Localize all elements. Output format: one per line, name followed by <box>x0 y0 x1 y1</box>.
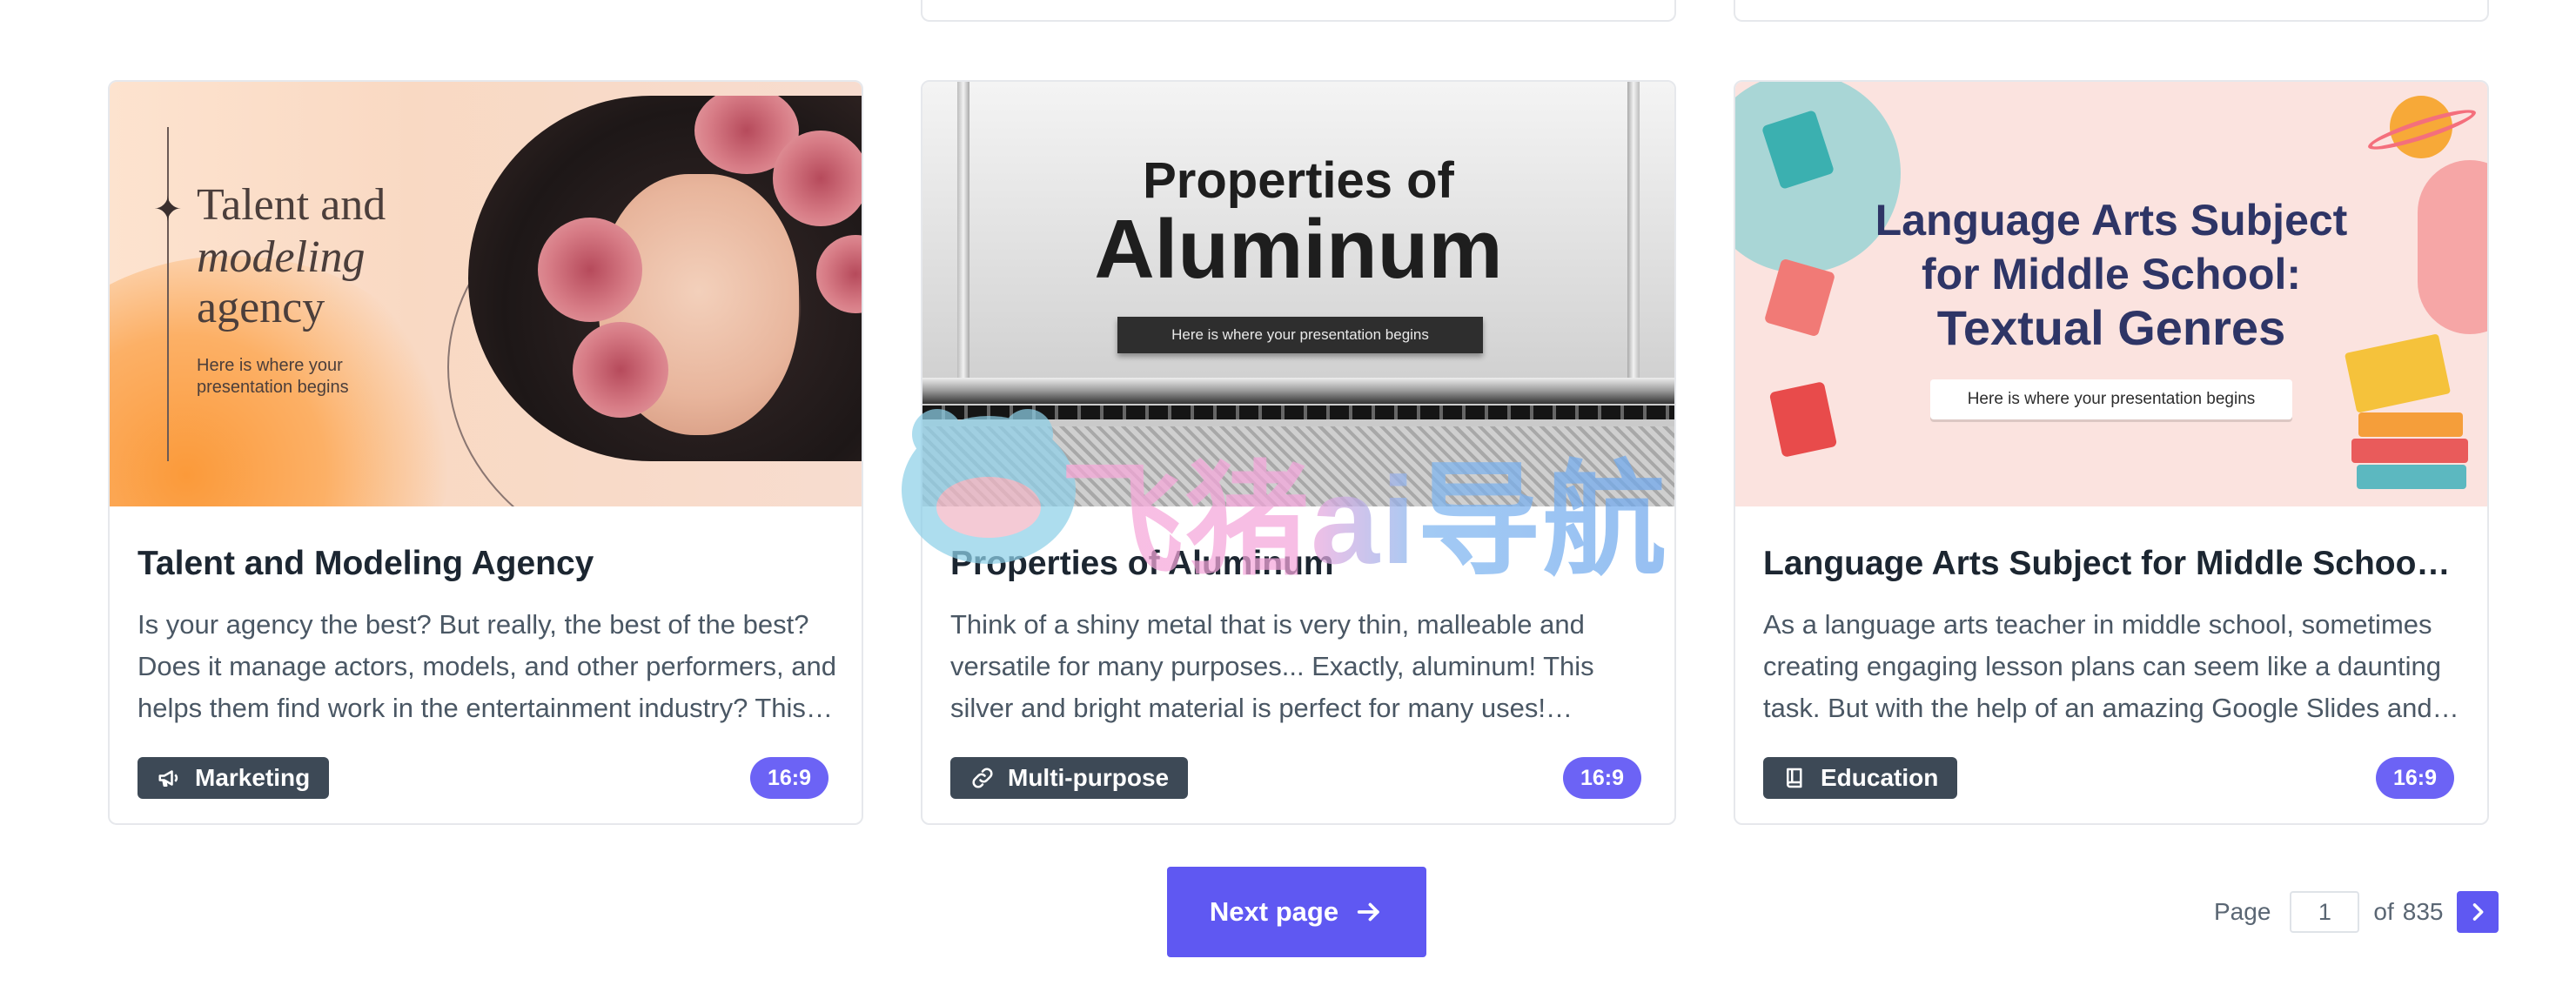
category-badge[interactable]: Multi-purpose <box>950 757 1189 799</box>
card-description: As a language arts teacher in middle sch… <box>1763 609 2441 723</box>
megaphone-icon <box>158 770 178 787</box>
aspect-ratio-badge: 16:9 <box>2376 757 2454 799</box>
category-badge[interactable]: Marketing <box>138 757 330 799</box>
pagination-next-button[interactable] <box>2457 891 2499 933</box>
card-description: Think of a shiny metal that is very thin… <box>950 609 1594 723</box>
next-page-label: Next page <box>1209 896 1339 927</box>
book-icon <box>1787 768 1802 788</box>
arrow-right-icon <box>1357 902 1379 922</box>
thumb-tagline: Here is where your presentation begins <box>1117 317 1483 353</box>
link-icon <box>972 768 993 788</box>
category-badge[interactable]: Education <box>1763 757 1958 799</box>
model-photo <box>468 96 862 461</box>
aspect-ratio-badge: 16:9 <box>750 757 828 799</box>
template-card[interactable]: Language Arts Subject for Middle School:… <box>1734 80 2489 825</box>
card-title[interactable]: Language Arts Subject for Middle School:… <box>1763 545 2459 583</box>
category-label: Multi-purpose <box>1008 764 1170 791</box>
thumb-title-line: agency <box>197 283 325 332</box>
thumb-tagline: Here is where your presentation begins <box>197 356 349 397</box>
card-title[interactable]: Properties of Aluminum <box>950 545 1647 583</box>
thumb-title-line: Talent <box>197 180 310 230</box>
thumb-title-line: Properties of <box>1143 152 1454 209</box>
thumb-title-line: and <box>320 180 386 230</box>
category-label: Education <box>1821 764 1939 791</box>
next-page-button[interactable]: Next page <box>1167 867 1426 957</box>
aspect-ratio-badge: 16:9 <box>1563 757 1641 799</box>
previous-card-stub <box>921 0 1676 22</box>
template-card[interactable]: Properties of Aluminum Here is where you… <box>921 80 1676 825</box>
page-label: Page <box>2214 898 2271 925</box>
page-number-input[interactable] <box>2290 891 2360 933</box>
thumb-title-line: modeling <box>197 232 366 282</box>
template-card[interactable]: ✦ Talent and modeling agency Here is whe… <box>108 80 863 825</box>
total-pages: 835 <box>2402 898 2444 925</box>
chevron-right-icon <box>2473 903 2484 921</box>
thumb-title: Language Arts Subject for Middle School:… <box>1875 196 2348 355</box>
thumb-tagline: Here is where your presentation begins <box>1930 379 2292 419</box>
card-description: Is your agency the best? But really, the… <box>138 609 836 723</box>
template-thumbnail[interactable]: ✦ Talent and modeling agency Here is whe… <box>110 82 862 506</box>
sparkle-icon: ✦ <box>153 191 183 229</box>
template-thumbnail[interactable]: Language Arts Subject for Middle School:… <box>1735 82 2487 506</box>
card-title[interactable]: Talent and Modeling Agency <box>138 545 834 583</box>
template-thumbnail[interactable]: Properties of Aluminum Here is where you… <box>922 82 1674 506</box>
of-label: of <box>2373 898 2394 925</box>
category-label: Marketing <box>195 764 311 791</box>
thumb-title-line: Aluminum <box>1094 203 1503 296</box>
pagination: Page of 835 <box>2214 891 2499 933</box>
previous-card-stub <box>1734 0 2489 22</box>
